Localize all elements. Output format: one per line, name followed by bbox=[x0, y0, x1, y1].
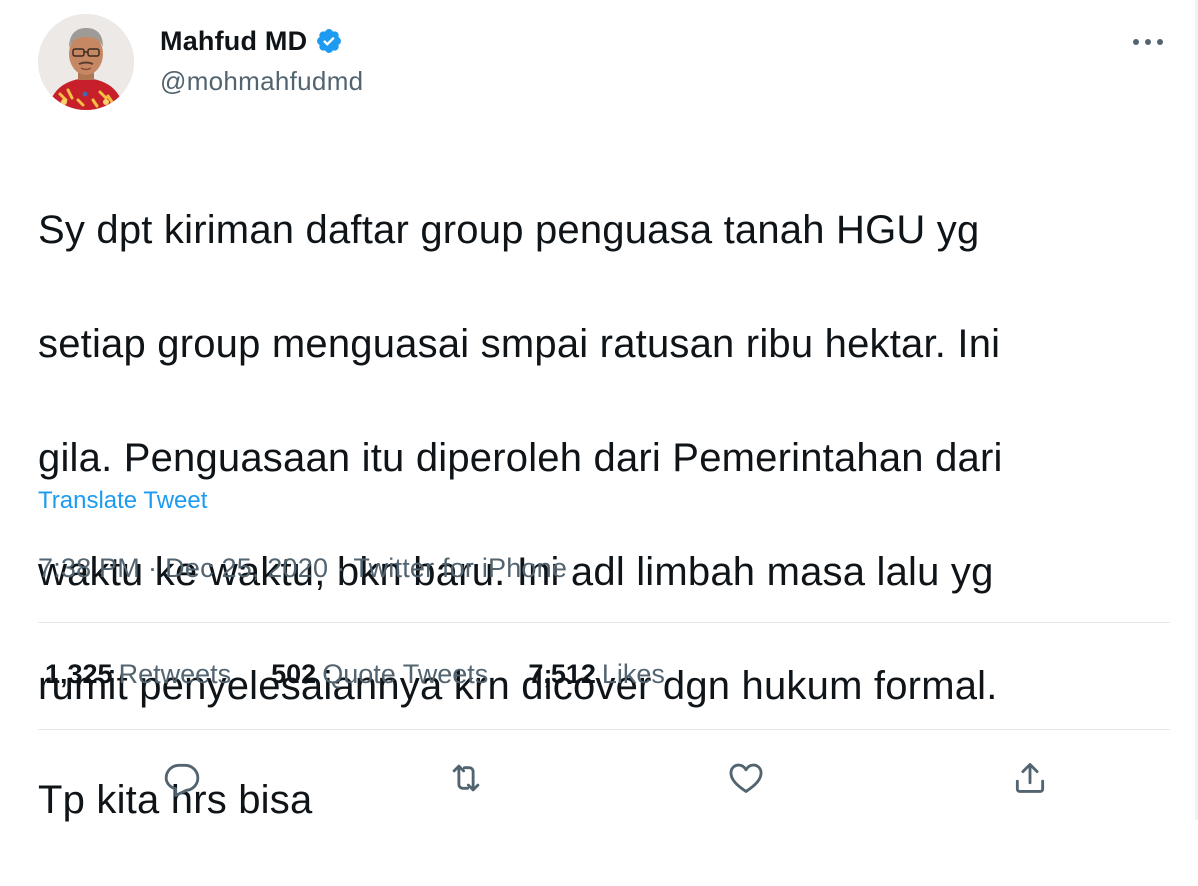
share-icon bbox=[1015, 763, 1045, 793]
like-icon bbox=[729, 763, 763, 793]
tweet-text-line: setiap group menguasai smpai ratusan rib… bbox=[38, 322, 1001, 366]
tweet-meta: 7:38 PM · Dec 25, 2020 · Twitter for iPhone bbox=[38, 553, 567, 584]
divider bbox=[38, 729, 1170, 730]
author-handle[interactable]: @mohmahfudmd bbox=[160, 66, 363, 97]
retweets-stat[interactable]: 1,325 Retweets bbox=[45, 659, 231, 690]
tweet-header: Mahfud MD @mohmahfudmd bbox=[38, 14, 1168, 114]
retweet-button[interactable] bbox=[440, 752, 492, 804]
more-options-button[interactable] bbox=[1128, 32, 1168, 52]
tweet-date[interactable]: Dec 25, 2020 bbox=[165, 553, 328, 583]
divider bbox=[38, 622, 1170, 623]
meta-separator: · bbox=[336, 553, 346, 583]
meta-separator: · bbox=[147, 553, 158, 583]
quote-tweets-count: 502 bbox=[271, 659, 317, 689]
likes-stat[interactable]: 7,512 Likes bbox=[528, 659, 665, 690]
author-name[interactable]: Mahfud MD bbox=[160, 26, 307, 57]
tweet-actions bbox=[0, 752, 1198, 804]
tweet-source[interactable]: Twitter for iPhone bbox=[353, 553, 567, 583]
tweet-text-line: gila. Penguasaan itu diperoleh dari Peme… bbox=[38, 436, 1003, 480]
translate-tweet-link[interactable]: Translate Tweet bbox=[38, 487, 207, 515]
share-button[interactable] bbox=[1004, 752, 1056, 804]
avatar[interactable] bbox=[38, 14, 134, 110]
reply-icon bbox=[164, 763, 200, 797]
tweet-time[interactable]: 7:38 PM bbox=[38, 553, 140, 583]
likes-label: Likes bbox=[601, 659, 665, 689]
reply-button[interactable] bbox=[156, 752, 208, 804]
quote-tweets-stat[interactable]: 502 Quote Tweets bbox=[271, 659, 488, 690]
avatar-image bbox=[38, 14, 134, 110]
retweet-icon bbox=[452, 764, 480, 792]
name-row: Mahfud MD bbox=[160, 24, 363, 58]
likes-count: 7,512 bbox=[528, 659, 596, 689]
more-icon bbox=[1133, 39, 1163, 45]
verified-badge-icon bbox=[315, 27, 343, 55]
author-identity: Mahfud MD @mohmahfudmd bbox=[160, 24, 363, 97]
tweet-stats: 1,325 Retweets 502 Quote Tweets 7,512 Likes bbox=[45, 659, 705, 690]
retweets-label: Retweets bbox=[118, 659, 232, 689]
like-button[interactable] bbox=[720, 752, 772, 804]
tweet-text-line: Sy dpt kiriman daftar group penguasa tan… bbox=[38, 208, 980, 252]
retweets-count: 1,325 bbox=[45, 659, 113, 689]
quote-tweets-label: Quote Tweets bbox=[322, 659, 489, 689]
